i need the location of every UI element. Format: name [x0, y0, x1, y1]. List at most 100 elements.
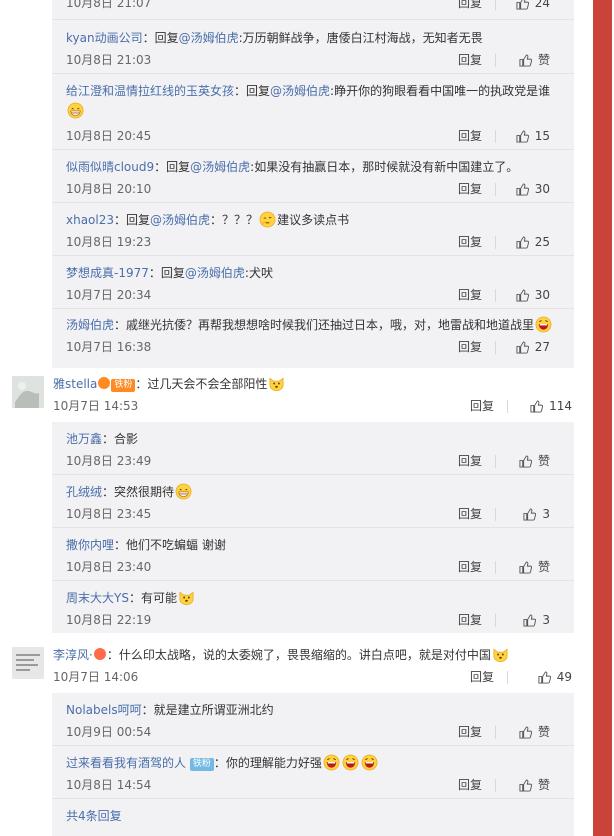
avatar-image-icon	[12, 647, 44, 679]
mention-link[interactable]: @汤姆伯虎	[150, 213, 210, 227]
reply-username[interactable]: 周末大大YS	[66, 591, 129, 605]
laugh-emoji-icon	[535, 316, 552, 333]
like-button[interactable]: 3	[523, 505, 550, 523]
reply-date: 10月8日 22:19	[66, 613, 152, 627]
reply-box-comment-2: 池万鑫：合影 10月8日 23:49 回复 赞 孔绒绒：突然很期待 10月8日 …	[52, 422, 574, 633]
reply-text-line: Nolabels呵呵：就是建立所谓亚洲北约	[66, 701, 564, 719]
comment-text: ：什么印太战略，说的太委婉了，畏畏缩缩的。讲白点吧，就是对付中国	[106, 648, 491, 662]
reply-meta: 10月8日 21:07 回复 24	[66, 0, 564, 12]
reply-meta: 10月8日 20:45 回复 15	[66, 127, 564, 145]
like-button[interactable]: 赞	[519, 558, 550, 576]
reply-button[interactable]: 回复	[458, 611, 482, 629]
like-button[interactable]: 赞	[519, 776, 550, 794]
thumb-up-icon	[519, 455, 532, 468]
more-replies-link[interactable]: 共4条回复	[66, 807, 122, 825]
reply-username[interactable]: 过来看看我有酒驾的人	[66, 756, 186, 770]
reply-button[interactable]: 回复	[458, 0, 482, 12]
fan-badge: 铁粉	[189, 758, 214, 771]
divider	[507, 400, 508, 413]
reply-prefix: ：回复	[114, 213, 151, 227]
reply-prefix: ：回复	[154, 160, 191, 174]
reply-box-thread-1: 10月8日 21:07 回复 24 kyan动画公司：回复@汤姆伯虎:万历朝鲜战…	[52, 0, 574, 368]
reply-button[interactable]: 回复	[458, 286, 482, 304]
reply-prefix: ：	[114, 318, 127, 332]
divider	[495, 455, 496, 468]
reply-username[interactable]: 似雨似晴cloud9	[66, 160, 154, 174]
thumb-up-icon	[516, 289, 529, 302]
divider	[52, 73, 574, 74]
reply-prefix: ：回复	[142, 31, 179, 45]
reply-button[interactable]: 回复	[458, 776, 482, 794]
mention-link[interactable]: @汤姆伯虎	[179, 31, 239, 45]
like-button[interactable]: 赞	[519, 723, 550, 741]
divider	[52, 308, 574, 309]
like-button[interactable]: 25	[516, 233, 550, 251]
thumb-up-icon	[538, 671, 551, 684]
divider	[495, 726, 496, 739]
reply-date: 10月8日 21:07	[66, 0, 152, 10]
like-button[interactable]: 赞	[519, 51, 550, 69]
like-button[interactable]: 15	[516, 127, 550, 145]
like-button[interactable]: 114	[530, 397, 572, 415]
reply-username[interactable]: 梦想成真-1977	[66, 266, 149, 280]
like-button[interactable]: 3	[523, 611, 550, 629]
reply-button[interactable]: 回复	[458, 723, 482, 741]
reply-username[interactable]: 池万鑫	[66, 432, 102, 446]
avatar[interactable]	[12, 376, 44, 408]
reply-box-comment-3: Nolabels呵呵：就是建立所谓亚洲北约 10月9日 00:54 回复 赞 过…	[52, 693, 574, 836]
divider	[495, 130, 496, 143]
reply-button[interactable]: 回复	[458, 505, 482, 523]
avatar[interactable]	[12, 647, 44, 679]
reply-button[interactable]: 回复	[470, 397, 494, 415]
thumb-up-icon	[516, 183, 529, 196]
reply-button[interactable]: 回复	[458, 233, 482, 251]
thumb-up-icon	[519, 54, 532, 67]
reply-prefix: ：回复	[234, 84, 271, 98]
comment-username[interactable]: 李淳风·	[53, 648, 93, 662]
like-button[interactable]: 30	[516, 180, 550, 198]
reply-text: :犬吠	[244, 266, 273, 280]
like-button[interactable]: 27	[516, 338, 550, 356]
reply-username[interactable]: 给江澄和温情拉红线的玉英女孩	[66, 84, 234, 98]
reply-button[interactable]: 回复	[458, 452, 482, 470]
reply-button[interactable]: 回复	[458, 180, 482, 198]
reply-meta: 10月8日 19:23 回复 25	[66, 233, 564, 251]
reply-button[interactable]: 回复	[458, 338, 482, 356]
reply-text: :睁开你的狗眼看看中国唯一的执政党是谁	[330, 84, 551, 98]
reply-text: ：合影	[102, 432, 139, 446]
reply-button[interactable]: 回复	[458, 558, 482, 576]
reply-text-line: 似雨似晴cloud9：回复@汤姆伯虎:如果没有抽赢日本，那时候就没有新中国建立了…	[66, 158, 564, 176]
reply-button[interactable]: 回复	[458, 51, 482, 69]
divider	[52, 580, 574, 581]
mention-link[interactable]: @汤姆伯虎	[190, 160, 250, 174]
reply-button[interactable]: 回复	[470, 668, 494, 686]
like-button[interactable]: 49	[538, 668, 572, 686]
reply-username[interactable]: 撒你内哩	[66, 538, 114, 552]
reply-button[interactable]: 回复	[458, 127, 482, 145]
reply-date: 10月8日 20:45	[66, 129, 152, 143]
reply-date: 10月8日 23:45	[66, 507, 152, 521]
vip-icon	[93, 648, 106, 660]
divider	[495, 561, 496, 574]
reply-username[interactable]: Nolabels呵呵	[66, 703, 142, 717]
reply-text-line: 池万鑫：合影	[66, 430, 564, 448]
cat-emoji-icon	[268, 375, 285, 392]
reply-text-line: kyan动画公司：回复@汤姆伯虎:万历朝鲜战争，唐倭白江村海战，无知者无畏	[66, 29, 564, 47]
reply-date: 10月8日 23:40	[66, 560, 152, 574]
comment-date: 10月7日 14:53	[53, 399, 139, 413]
comment-date: 10月7日 14:06	[53, 670, 139, 684]
reply-username[interactable]: 汤姆伯虎	[66, 318, 114, 332]
like-button[interactable]: 30	[516, 286, 550, 304]
reply-text-line: 周末大大YS：有可能	[66, 589, 564, 607]
reply-username[interactable]: 孔绒绒	[66, 485, 102, 499]
thinking-emoji-icon	[259, 211, 276, 228]
mention-link[interactable]: @汤姆伯虎	[185, 266, 245, 280]
like-button[interactable]: 赞	[519, 452, 550, 470]
divider	[507, 671, 508, 684]
reply-username[interactable]: kyan动画公司	[66, 31, 143, 45]
thumb-up-icon	[523, 508, 536, 521]
like-button[interactable]: 24	[516, 0, 550, 12]
reply-username[interactable]: xhaol23	[66, 213, 114, 227]
mention-link[interactable]: @汤姆伯虎	[270, 84, 330, 98]
comment-username[interactable]: 雅stella	[53, 377, 97, 391]
